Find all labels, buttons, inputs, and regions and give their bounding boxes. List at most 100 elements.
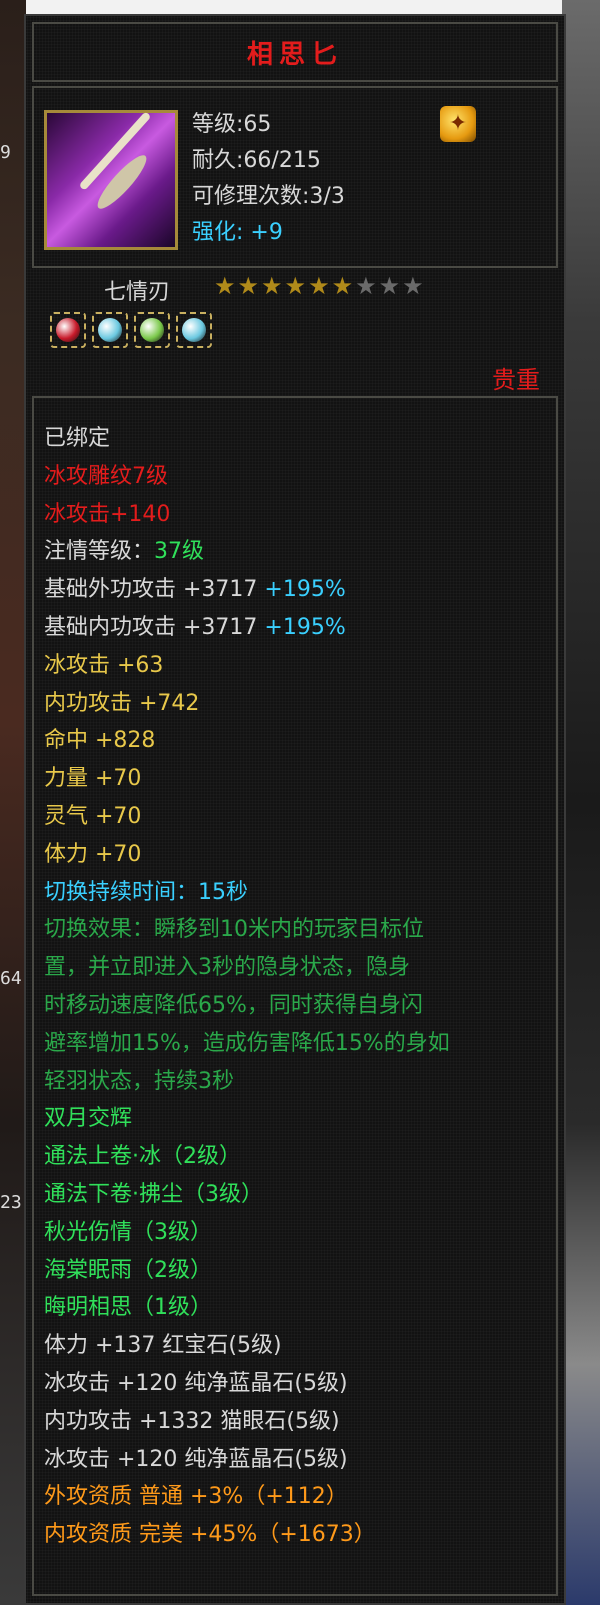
attribute-text: 注情等级： xyxy=(44,539,155,565)
attribute-line: 命中 +828 xyxy=(44,722,155,754)
attribute-text: 内攻资质 完美 +45%（+1673） xyxy=(44,1522,376,1548)
item-level: 等级:65 xyxy=(192,112,272,137)
attribute-line: 避率增加15%，造成伤害降低15%的身如 xyxy=(44,1025,450,1057)
attribute-text: 冰攻击 +120 纯净蓝晶石(5级) xyxy=(44,1446,348,1472)
gem-slot-icon[interactable] xyxy=(50,312,86,348)
attribute-line: 内功攻击 +742 xyxy=(44,685,199,717)
background-right-panel xyxy=(562,0,600,1605)
attribute-line: 轻羽状态，持续3秒 xyxy=(44,1063,234,1095)
attribute-line: 外攻资质 普通 +3%（+112） xyxy=(44,1478,348,1510)
background-number: 23 xyxy=(0,1192,22,1213)
gem-icon xyxy=(140,318,164,342)
attribute-line: 已绑定 xyxy=(44,420,110,452)
attribute-text: 基础外功攻击 +3717 xyxy=(44,577,265,603)
gem-slots xyxy=(50,312,212,348)
attribute-line: 海棠眠雨（2级） xyxy=(44,1252,212,1284)
attribute-line: 冰攻击 +63 xyxy=(44,647,163,679)
attribute-line: 基础外功攻击 +3717 +195% xyxy=(44,571,346,603)
attribute-text: 切换效果：瞬移到10米内的玩家目标位 xyxy=(44,917,424,943)
attribute-text: 力量 +70 xyxy=(44,766,142,792)
attribute-text: 冰攻击 +63 xyxy=(44,652,164,678)
attribute-line: 秋光伤情（3级） xyxy=(44,1214,212,1246)
attribute-line: 力量 +70 xyxy=(44,760,141,792)
star-filled-icon: ★ xyxy=(261,272,285,300)
attribute-text: 轻羽状态，持续3秒 xyxy=(44,1068,234,1094)
attribute-line: 基础内功攻击 +3717 +195% xyxy=(44,609,346,641)
attribute-list: 已绑定冰攻雕纹7级 冰攻击+140 注情等级：37级基础外功攻击 +3717 +19… xyxy=(32,396,558,1596)
attribute-line: 冰攻击 +120 纯净蓝晶石(5级) xyxy=(44,1365,348,1397)
attribute-line: 通法上卷·冰（2级） xyxy=(44,1138,241,1170)
attribute-line: 切换效果：瞬移到10米内的玩家目标位 xyxy=(44,911,424,943)
attribute-text: 秋光伤情（3级） xyxy=(44,1219,212,1245)
purple-blade-icon xyxy=(44,110,178,250)
attribute-text: 冰攻击+140 xyxy=(44,501,171,527)
attribute-line: 注情等级：37级 xyxy=(44,533,204,565)
attribute-text: 切换持续时间：15秒 xyxy=(44,879,248,905)
attribute-line: 冰攻击 +120 纯净蓝晶石(5级) xyxy=(44,1441,348,1473)
gold-token-icon: ✦ xyxy=(440,106,476,142)
attribute-line: 内功攻击 +1332 猫眼石(5级) xyxy=(44,1403,340,1435)
gem-icon xyxy=(182,318,206,342)
star-empty-icon: ★ xyxy=(402,272,426,300)
star-empty-icon: ★ xyxy=(355,272,379,300)
star-filled-icon: ★ xyxy=(237,272,262,300)
attribute-text: 通法上卷·冰（2级） xyxy=(44,1144,241,1170)
gem-slot-icon[interactable] xyxy=(176,312,212,348)
star-empty-icon: ★ xyxy=(378,272,403,300)
attribute-line: 通法下卷·拂尘（3级） xyxy=(44,1176,263,1208)
attribute-text: 内功攻击 +742 xyxy=(44,690,200,716)
star-filled-icon: ★ xyxy=(331,272,356,300)
background-number: 9 xyxy=(0,142,11,163)
attribute-line: 切换持续时间：15秒 xyxy=(44,874,248,906)
attribute-value: +195% xyxy=(264,577,346,603)
item-tooltip: 相思匕 等级:65 耐久:66/215 可修理次数:3/3 强化: +9 ✦ 七… xyxy=(24,14,566,1605)
gem-slot-icon[interactable] xyxy=(92,312,128,348)
attribute-text: 通法下卷·拂尘（3级） xyxy=(44,1182,263,1207)
attribute-line: 双月交辉 xyxy=(44,1100,132,1132)
attribute-text: 晦明相思（1级） xyxy=(44,1295,212,1321)
attribute-line: 冰攻击+140 xyxy=(44,496,170,528)
attribute-value: +195% xyxy=(264,615,346,640)
background-number: 64 xyxy=(0,968,22,989)
background-left-panel xyxy=(0,0,26,1605)
attribute-line: 时移动速度降低65%，同时获得自身闪 xyxy=(44,987,423,1019)
attribute-text: 基础内功攻击 +3717 xyxy=(44,615,265,640)
attribute-text: 避率增加15%，造成伤害降低15%的身如 xyxy=(44,1030,450,1056)
item-type-name: 七情刃 xyxy=(104,280,171,305)
window-top-strip xyxy=(0,0,600,14)
attribute-line: 体力 +137 红宝石(5级) xyxy=(44,1327,282,1359)
attribute-text: 双月交辉 xyxy=(44,1106,133,1132)
gem-icon xyxy=(98,318,122,342)
star-filled-icon: ★ xyxy=(214,272,238,300)
gem-slot-icon[interactable] xyxy=(134,312,170,348)
attribute-line: 置，并立即进入3秒的隐身状态，隐身 xyxy=(44,949,410,981)
item-header: 等级:65 耐久:66/215 可修理次数:3/3 强化: +9 ✦ xyxy=(32,86,558,268)
star-filled-icon: ★ xyxy=(308,272,332,300)
attribute-line: 冰攻雕纹7级 xyxy=(44,458,168,490)
item-name: 相思匕 xyxy=(246,39,343,70)
attribute-text: 体力 +70 xyxy=(44,841,142,867)
attribute-line: 内攻资质 完美 +45%（+1673） xyxy=(44,1516,376,1548)
star-rating: ★★★★★★★★★ xyxy=(214,272,426,300)
attribute-text: 时移动速度降低65%，同时获得自身闪 xyxy=(44,993,423,1018)
attribute-text: 冰攻雕纹7级 xyxy=(44,463,168,489)
attribute-text: 海棠眠雨（2级） xyxy=(44,1257,212,1283)
attribute-text: 命中 +828 xyxy=(44,728,156,754)
attribute-text: 体力 +137 红宝石(5级) xyxy=(44,1333,282,1359)
attribute-text: 置，并立即进入3秒的隐身状态，隐身 xyxy=(44,955,410,981)
item-enhance: 强化: +9 xyxy=(192,220,283,245)
title-bar: 相思匕 xyxy=(32,22,558,82)
attribute-text: 灵气 +70 xyxy=(44,804,142,829)
item-durability: 耐久:66/215 xyxy=(192,148,321,173)
attribute-line: 灵气 +70 xyxy=(44,798,141,830)
item-repairs: 可修理次数:3/3 xyxy=(192,184,345,209)
attribute-text: 内功攻击 +1332 猫眼石(5级) xyxy=(44,1408,340,1434)
attribute-text: 冰攻击 +120 纯净蓝晶石(5级) xyxy=(44,1371,348,1396)
attribute-text: 外攻资质 普通 +3%（+112） xyxy=(44,1484,348,1510)
attribute-text: 已绑定 xyxy=(44,426,111,451)
attribute-line: 晦明相思（1级） xyxy=(44,1289,212,1321)
attribute-value: 37级 xyxy=(154,539,205,565)
star-filled-icon: ★ xyxy=(284,272,309,300)
gem-icon xyxy=(56,318,80,342)
attribute-line: 体力 +70 xyxy=(44,836,141,868)
